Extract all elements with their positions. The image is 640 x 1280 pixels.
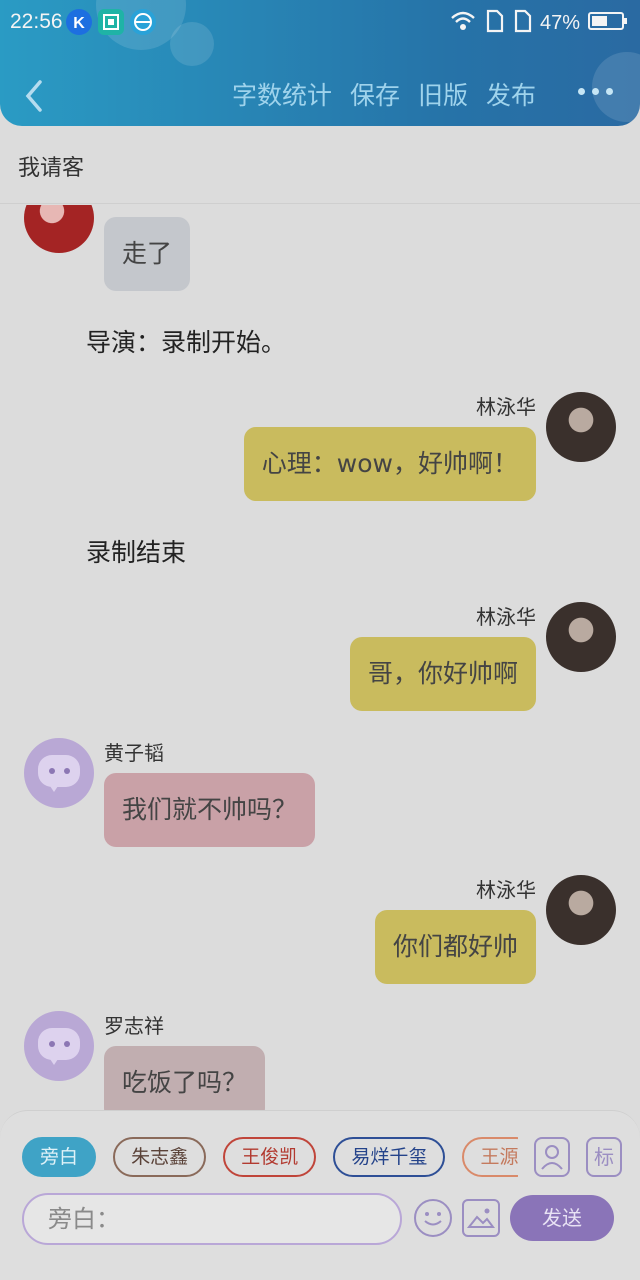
chat-bubble-icon (38, 755, 80, 792)
word-count-button[interactable]: 字数统计 (232, 76, 332, 112)
avatar[interactable] (546, 875, 616, 945)
sender-name: 林泳华 (476, 395, 536, 419)
old-version-button[interactable]: 旧版 (418, 76, 468, 112)
emoji-icon[interactable] (414, 1199, 452, 1237)
status-bar: 22:56 K 47% (0, 0, 640, 44)
status-right-group: 47% (450, 9, 628, 38)
publish-button[interactable]: 发布 (486, 76, 536, 112)
sender-name: 黄子韬 (104, 741, 164, 765)
sender-name: 林泳华 (476, 605, 536, 629)
message-bubble[interactable]: 吃饭了吗？ (104, 1046, 266, 1110)
scanner-app-icon (98, 9, 124, 35)
avatar[interactable] (546, 602, 616, 672)
tag-button[interactable]: 标 (586, 1137, 622, 1177)
avatar[interactable] (24, 205, 94, 253)
back-arrow-icon[interactable] (20, 74, 50, 114)
battery-icon (588, 11, 628, 36)
app-k-icon: K (66, 9, 92, 35)
sim-card-icon (512, 9, 532, 38)
message-bubble[interactable]: 走了 (104, 217, 191, 291)
avatar[interactable] (24, 738, 94, 808)
header-actions: 字数统计 保存 旧版 发布 (232, 76, 536, 112)
chat-bubble-icon (38, 1028, 80, 1065)
composer-bar: 旁白 朱志鑫 王俊凯 易烊千玺 王源 标 旁白： 发送 (0, 1110, 640, 1280)
wifi-icon (450, 10, 476, 37)
avatar[interactable] (546, 392, 616, 462)
sim-card-icon (484, 9, 504, 38)
header-bar: 22:56 K 47% 字数统计 保存 旧版 发布 (0, 0, 640, 126)
role-chip-narrator[interactable]: 旁白 (22, 1137, 97, 1177)
message-list[interactable]: 走了 导演：录制开始。 林泳华 心理：wow，好帅啊！ 录制结束 林泳华 哥，你… (0, 205, 640, 1110)
message-bubble[interactable]: 心理：wow，好帅啊！ (243, 427, 536, 501)
battery-percent: 47% (539, 12, 580, 34)
page-title: 我请客 (18, 156, 85, 181)
message-bubble[interactable]: 哥，你好帅啊 (349, 637, 536, 711)
svg-text:K: K (73, 15, 85, 32)
role-chip[interactable]: 易烊千玺 (333, 1137, 446, 1177)
message-input[interactable]: 旁白： (22, 1193, 402, 1245)
avatar[interactable] (24, 1011, 94, 1081)
sender-name: 林泳华 (476, 878, 536, 902)
screen: 22:56 K 47% 字数统计 保存 旧版 发布 我请客 走了 导演：录制开始… (0, 0, 640, 1280)
basketball-app-icon (130, 9, 156, 35)
send-button[interactable]: 发送 (510, 1195, 614, 1241)
role-chip-list[interactable]: 旁白 朱志鑫 王俊凯 易烊千玺 王源 (22, 1137, 518, 1181)
status-time: 22:56 (10, 10, 63, 33)
save-button[interactable]: 保存 (350, 76, 400, 112)
narration-text[interactable]: 录制结束 (86, 533, 186, 569)
role-chip[interactable]: 朱志鑫 (113, 1137, 207, 1177)
narration-text[interactable]: 导演：录制开始。 (86, 323, 286, 359)
role-chip[interactable]: 王源 (462, 1137, 518, 1177)
page-title-bar: 我请客 (0, 128, 640, 204)
message-bubble[interactable]: 你们都好帅 (374, 910, 536, 984)
message-bubble[interactable]: 我们就不帅吗？ (104, 773, 316, 847)
nav-bar: 字数统计 保存 旧版 发布 (0, 70, 640, 118)
image-icon[interactable] (462, 1199, 500, 1237)
role-chip[interactable]: 王俊凯 (223, 1137, 317, 1177)
character-manage-icon[interactable] (534, 1137, 570, 1177)
more-options-icon[interactable] (576, 82, 616, 102)
sender-name: 罗志祥 (104, 1014, 164, 1038)
